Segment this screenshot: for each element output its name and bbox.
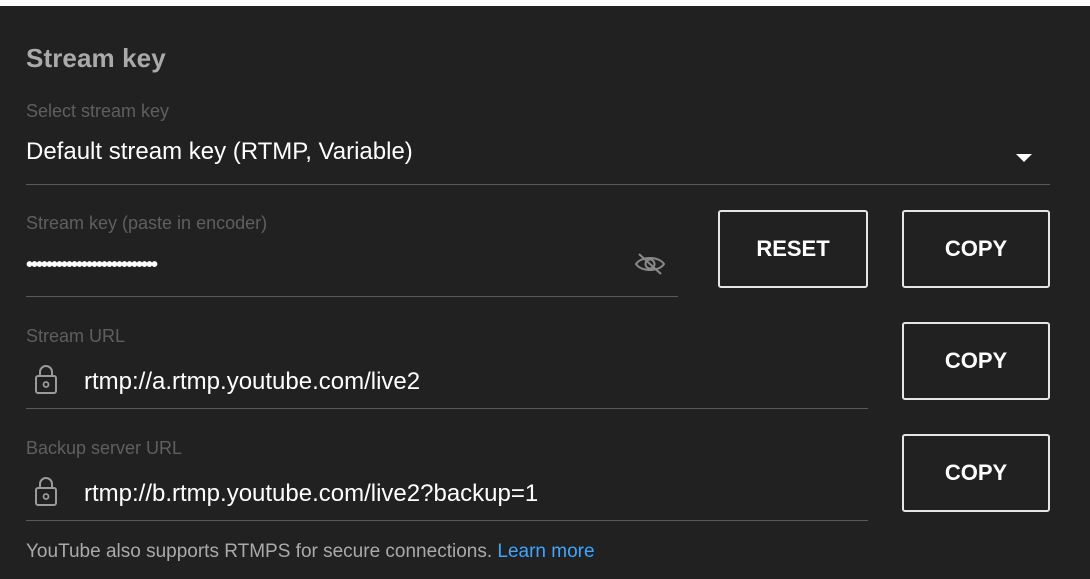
section-title: Stream key xyxy=(26,43,166,73)
copy-backup-url-button[interactable]: COPY xyxy=(902,434,1050,512)
caret-down-icon[interactable] xyxy=(1016,154,1032,162)
backup-url-value[interactable]: rtmp://b.rtmp.youtube.com/live2?backup=1 xyxy=(84,480,538,508)
rtmps-note: YouTube also supports RTMPS for secure c… xyxy=(26,541,595,563)
stream-url-value[interactable]: rtmp://a.rtmp.youtube.com/live2 xyxy=(84,368,420,396)
stream-key-panel: Stream key Select stream key Default str… xyxy=(0,6,1090,579)
learn-more-link[interactable]: Learn more xyxy=(497,541,594,562)
stream-url-underline xyxy=(26,408,868,409)
stream-key-underline xyxy=(26,296,678,297)
backup-url-label: Backup server URL xyxy=(26,438,183,458)
select-underline xyxy=(26,184,1050,185)
stream-url-label: Stream URL xyxy=(26,326,126,346)
lock-icon xyxy=(35,477,57,506)
stream-key-input[interactable]: •••••••••••••••••••••••••• xyxy=(26,254,158,277)
eye-off-icon[interactable] xyxy=(630,250,670,278)
reset-button[interactable]: RESET xyxy=(718,210,868,288)
copy-stream-url-button[interactable]: COPY xyxy=(902,322,1050,400)
rtmps-note-text: YouTube also supports RTMPS for secure c… xyxy=(26,541,498,562)
select-stream-key-value: Default stream key (RTMP, Variable) xyxy=(26,138,413,165)
backup-url-underline xyxy=(26,520,868,521)
stream-key-label: Stream key (paste in encoder) xyxy=(26,213,268,233)
select-stream-key-label: Select stream key xyxy=(26,101,170,121)
lock-icon xyxy=(35,365,57,394)
copy-stream-key-button[interactable]: COPY xyxy=(902,210,1050,288)
